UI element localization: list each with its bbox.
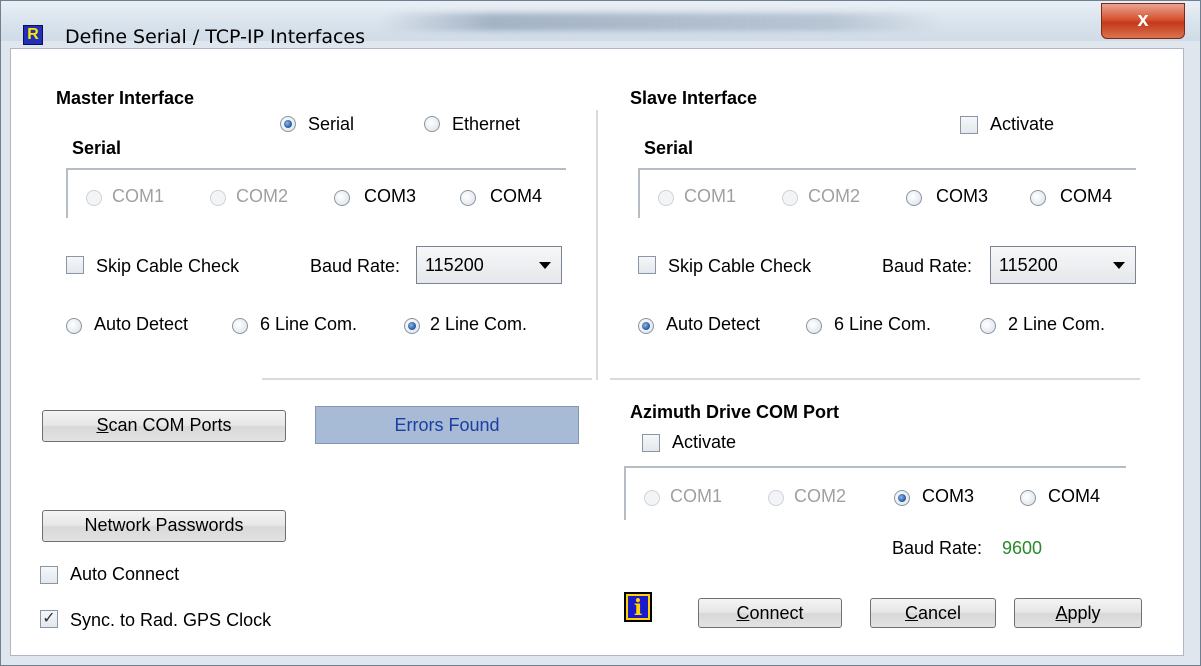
slave-auto-detect-label: Auto Detect [666,314,761,334]
slave-2-line-label: 2 Line Com. [1008,314,1106,334]
master-com4-label: COM4 [490,186,543,206]
master-2-line-radio[interactable] [404,318,420,334]
master-6-line-label: 6 Line Com. [260,314,358,334]
master-baud-rate-label: Baud Rate: [310,256,401,276]
master-ethernet-label: Ethernet [452,114,521,134]
azimuth-heading: Azimuth Drive COM Port [630,402,840,422]
auto-connect-checkbox[interactable] [40,566,58,584]
master-com3-label: COM3 [364,186,417,206]
master-6-line-radio[interactable] [232,318,248,334]
chevron-down-icon [539,262,551,269]
title-bar[interactable]: R Define Serial / TCP-IP Interfaces x [1,1,1200,48]
network-passwords-button[interactable]: Network Passwords [42,510,286,542]
sync-gps-checkbox[interactable]: ✓ [40,610,58,628]
master-com3-radio[interactable] [334,190,350,206]
master-skip-cable-check-checkbox[interactable] [66,256,84,274]
azimuth-com2-label: COM2 [794,486,847,506]
window-title: Define Serial / TCP-IP Interfaces [65,26,366,48]
azimuth-com1-radio[interactable] [644,490,660,506]
slave-activate-label: Activate [990,114,1055,134]
azimuth-com4-label: COM4 [1048,486,1101,506]
chevron-down-icon [1113,262,1125,269]
scan-com-ports-button[interactable]: Scan COM Ports [42,410,286,442]
slave-baud-rate-label: Baud Rate: [882,256,973,276]
connect-button[interactable]: Connect [698,598,842,628]
slave-baud-rate-select[interactable]: 115200 [990,246,1136,284]
slave-activate-checkbox[interactable] [960,116,978,134]
azimuth-com4-radio[interactable] [1020,490,1036,506]
master-com4-radio[interactable] [460,190,476,206]
slave-com3-radio[interactable] [906,190,922,206]
slave-baud-rate-value: 115200 [999,255,1058,275]
slave-2-line-radio[interactable] [980,318,996,334]
master-2-line-label: 2 Line Com. [430,314,528,334]
slave-divider [610,378,1140,380]
master-serial-heading: Serial [72,138,122,158]
azimuth-activate-label: Activate [672,432,737,452]
azimuth-com1-label: COM1 [670,486,723,506]
slave-com4-radio[interactable] [1030,190,1046,206]
master-skip-cable-check-label: Skip Cable Check [96,256,240,276]
slave-serial-heading: Serial [644,138,694,158]
azimuth-baud-rate-label: Baud Rate: [892,538,983,558]
master-auto-detect-label: Auto Detect [94,314,189,334]
slave-com4-label: COM4 [1060,186,1113,206]
sync-gps-label: Sync. to Rad. GPS Clock [70,610,272,630]
vertical-divider [596,110,598,380]
slave-com1-label: COM1 [684,186,737,206]
apply-button[interactable]: Apply [1014,598,1142,628]
azimuth-activate-checkbox[interactable] [642,434,660,452]
slave-com3-label: COM3 [936,186,989,206]
slave-6-line-radio[interactable] [806,318,822,334]
slave-com2-radio[interactable] [782,190,798,206]
master-divider [262,378,592,380]
azimuth-com3-label: COM3 [922,486,975,506]
info-icon[interactable]: i [624,592,652,622]
master-auto-detect-radio[interactable] [66,318,82,334]
slave-com1-radio[interactable] [658,190,674,206]
slave-interface-heading: Slave Interface [630,88,758,108]
slave-6-line-label: 6 Line Com. [834,314,932,334]
slave-auto-detect-radio[interactable] [638,318,654,334]
master-baud-rate-select[interactable]: 115200 [416,246,562,284]
errors-status-panel: Errors Found [315,406,579,444]
master-serial-radio[interactable] [280,116,296,132]
master-serial-label: Serial [308,114,355,134]
close-button[interactable]: x [1101,3,1185,39]
master-ethernet-radio[interactable] [424,116,440,132]
master-com2-radio[interactable] [210,190,226,206]
master-com2-label: COM2 [236,186,289,206]
cancel-button[interactable]: Cancel [870,598,996,628]
master-baud-rate-value: 115200 [425,255,484,275]
azimuth-com3-radio[interactable] [894,490,910,506]
auto-connect-label: Auto Connect [70,564,180,584]
master-com1-radio[interactable] [86,190,102,206]
master-com1-label: COM1 [112,186,165,206]
slave-com2-label: COM2 [808,186,861,206]
azimuth-com2-radio[interactable] [768,490,784,506]
master-interface-heading: Master Interface [56,88,195,108]
slave-skip-cable-check-label: Skip Cable Check [668,256,812,276]
azimuth-baud-rate-value: 9600 [1002,538,1043,558]
slave-skip-cable-check-checkbox[interactable] [638,256,656,274]
app-icon: R [23,25,43,45]
